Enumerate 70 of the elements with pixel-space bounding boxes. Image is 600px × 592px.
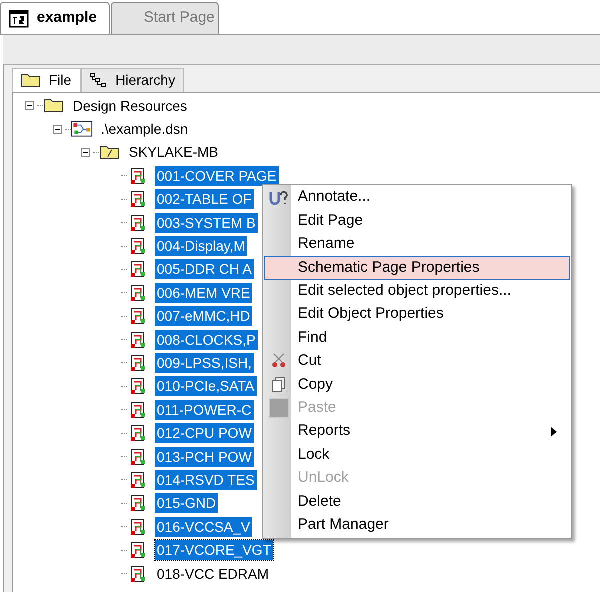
- schematic-page-icon: [130, 330, 146, 349]
- menu-item[interactable]: Annotate...: [264, 186, 570, 210]
- schematic-page-icon: [130, 494, 146, 512]
- schematic-page-icon: [130, 518, 146, 536]
- scissors-icon: [271, 353, 287, 370]
- menu-item[interactable]: Part Manager: [264, 513, 570, 537]
- menu-item[interactable]: Reports: [264, 420, 570, 444]
- schematic-page-icon: [130, 470, 146, 489]
- schematic-page-icon: [130, 354, 146, 372]
- menu-item[interactable]: Rename: [264, 232, 570, 256]
- tree-item[interactable]: 004-Display,M: [155, 236, 248, 256]
- menu-item[interactable]: Find: [264, 326, 570, 350]
- tree-item[interactable]: 002-TABLE OF: [155, 189, 254, 210]
- tree-item[interactable]: 007-eMMC,HD: [155, 306, 252, 326]
- tree-item[interactable]: 010-PCIe,SATA: [155, 376, 257, 396]
- document-tab[interactable]: example: [0, 2, 110, 34]
- tree-item[interactable]: 016-VCCSA_V: [155, 516, 252, 537]
- folder-icon: [44, 98, 64, 114]
- document-tab[interactable]: Start Page: [111, 2, 219, 34]
- tree-item[interactable]: 006-MEM VRE: [155, 282, 252, 303]
- design-file-icon: [71, 120, 93, 138]
- tree-item[interactable]: 009-LPSS,ISH,: [155, 352, 254, 373]
- folder-icon: [21, 73, 41, 88]
- collapse-icon[interactable]: [53, 124, 62, 134]
- tree-item[interactable]: .\example.dsn: [99, 119, 190, 140]
- tree-item[interactable]: 011-POWER-C: [155, 400, 254, 420]
- schematic-page-icon: [130, 541, 146, 560]
- menu-item[interactable]: Lock: [264, 443, 570, 467]
- schematic-page-icon: [130, 377, 146, 396]
- tree-item[interactable]: 015-GND: [155, 493, 218, 514]
- tree-item[interactable]: 008-CLOCKS,P: [155, 330, 258, 350]
- copy-icon: [272, 376, 286, 393]
- schematic-window-icon: [9, 10, 29, 28]
- schematic-page-icon: [130, 237, 146, 256]
- menu-item[interactable]: Edit selected object properties...: [264, 280, 570, 303]
- hierarchy-icon: [90, 72, 108, 88]
- tree-item[interactable]: 012-CPU POW: [155, 423, 254, 444]
- tree-item[interactable]: 001-COVER PAGE: [155, 166, 279, 186]
- collapse-icon[interactable]: [25, 101, 34, 110]
- paste-icon: [269, 398, 289, 418]
- schematic-page-icon: [130, 400, 146, 419]
- menu-item[interactable]: Copy: [264, 373, 570, 397]
- schematic-page-icon: [130, 284, 146, 302]
- tree-item[interactable]: 018-VCC EDRAM: [155, 564, 272, 584]
- menu-item[interactable]: Schematic Page Properties: [264, 256, 570, 280]
- collapse-icon[interactable]: [81, 148, 90, 157]
- schematic-page-icon: [130, 448, 146, 466]
- menu-item[interactable]: Delete: [264, 490, 570, 514]
- schematic-page-icon: [130, 166, 146, 185]
- menu-item[interactable]: Edit Page: [264, 209, 570, 233]
- menu-item[interactable]: Cut: [264, 350, 570, 374]
- schematic-page-icon: [130, 260, 146, 278]
- tree-item[interactable]: 017-VCORE_VGT: [155, 540, 274, 560]
- submenu-arrow-icon: [551, 426, 557, 437]
- panel-tab[interactable]: Hierarchy: [80, 68, 184, 92]
- schematic-page-icon: [130, 424, 146, 442]
- tree-item[interactable]: 013-PCH POW: [155, 446, 254, 467]
- annotate-icon: [269, 190, 289, 205]
- folder-icon: [100, 144, 120, 160]
- tree-item[interactable]: Design Resources: [71, 96, 190, 116]
- tree-item[interactable]: 003-SYSTEM B: [155, 212, 258, 233]
- schematic-page-icon: [130, 307, 146, 326]
- schematic-page-icon: [130, 564, 146, 582]
- tree-item[interactable]: 005-DDR CH A: [155, 259, 254, 280]
- schematic-page-icon: [130, 190, 146, 208]
- menu-item[interactable]: Edit Object Properties: [264, 302, 570, 326]
- tree-item[interactable]: SKYLAKE-MB: [127, 142, 220, 162]
- tree-item[interactable]: 014-RSVD TES: [155, 470, 257, 490]
- schematic-page-icon: [130, 214, 146, 232]
- panel-tab[interactable]: File: [12, 68, 81, 92]
